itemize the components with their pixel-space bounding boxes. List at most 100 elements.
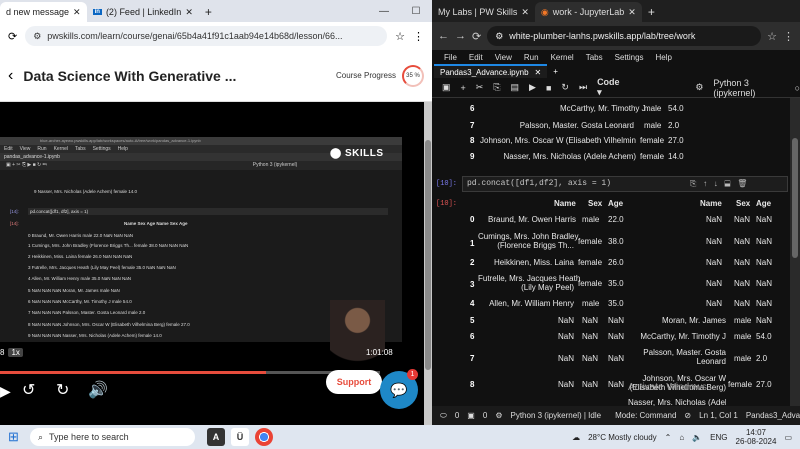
cursor-position[interactable]: Ln 1, Col 1: [699, 411, 738, 420]
col-header: Name: [554, 199, 576, 208]
save-icon[interactable]: ▣: [442, 82, 451, 93]
notebook-toolbar: ▣ + ✂ ⎘ ▤ ▶ ■ ↻ ⏭ Code ▾ ⚙ Python 3 (ipy…: [432, 77, 800, 98]
speaker-icon[interactable]: 🔈: [692, 433, 702, 442]
cell-name2: NaN: [706, 258, 723, 267]
cell-age1: 22.0: [608, 215, 624, 224]
close-icon[interactable]: ✕: [628, 7, 636, 18]
row-sex: male: [644, 121, 662, 130]
cell-name1: Futrelle, Mrs. Jacques Heath: [478, 274, 581, 283]
site-info-icon[interactable]: ⚙: [33, 31, 41, 42]
left-scrollbar-thumb[interactable]: [425, 140, 431, 370]
tab-linkedin[interactable]: in (2) Feed | LinkedIn ✕: [87, 2, 199, 22]
app-a-icon[interactable]: A: [207, 428, 225, 446]
menu-help[interactable]: Help: [656, 53, 672, 62]
new-tab-button[interactable]: +: [642, 2, 661, 22]
scrollbar-thumb[interactable]: [792, 138, 798, 258]
back-arrow-icon[interactable]: ‹: [8, 67, 13, 85]
rewind-10-icon[interactable]: ↺: [22, 380, 35, 400]
move-down-icon[interactable]: ↓: [714, 179, 718, 188]
close-icon[interactable]: ✕: [535, 68, 542, 77]
restart-icon[interactable]: ↻: [561, 82, 569, 93]
minimize-icon[interactable]: —: [368, 0, 400, 22]
mode-status: Mode: Command: [615, 411, 677, 420]
weather-text[interactable]: 28°C Mostly cloudy: [588, 433, 657, 442]
paste-icon[interactable]: ▤: [511, 82, 520, 93]
reload-icon[interactable]: ⟳: [472, 30, 481, 43]
add-tab-icon[interactable]: +: [553, 67, 558, 76]
right-url-field[interactable]: ⚙ white-plumber-lanhs.pwskills.app/lab/tr…: [487, 26, 762, 46]
duplicate-icon[interactable]: ⎘: [690, 179, 696, 188]
insert-icon[interactable]: ⬓: [724, 179, 730, 188]
cell-name1: Braund, Mr. Owen Harris: [488, 215, 577, 224]
app-u-icon[interactable]: Ü: [231, 428, 249, 446]
play-icon[interactable]: ▶: [0, 383, 11, 400]
support-button[interactable]: Support: [326, 370, 382, 394]
taskbar-search[interactable]: ⌕ Type here to search: [30, 428, 195, 446]
tab-my-labs[interactable]: My Labs | PW Skills ✕: [432, 2, 535, 22]
star-icon[interactable]: ☆: [767, 30, 777, 43]
cell-sex1: female: [578, 279, 603, 288]
network-icon[interactable]: ⌂: [679, 433, 684, 442]
video-seek-bar[interactable]: [0, 371, 380, 374]
close-icon[interactable]: ✕: [185, 7, 193, 18]
row-name: McCarthy, Mr. Timothy J: [560, 104, 646, 113]
tab-jupyterlab[interactable]: ◉ work - JupyterLab ✕: [534, 2, 642, 22]
cell-sex1: female: [578, 258, 603, 267]
run-icon[interactable]: ▶: [529, 82, 536, 93]
left-url-field[interactable]: ⚙ pwskills.com/learn/course/genai/65b4a4…: [25, 26, 388, 46]
move-up-icon[interactable]: ↑: [703, 179, 707, 188]
gear-icon[interactable]: ⚙: [695, 82, 703, 93]
copy-icon[interactable]: ⎘: [493, 82, 500, 93]
kernel-name[interactable]: Python 3 (ipykernel): [713, 78, 784, 98]
run-all-icon[interactable]: ⏭: [579, 82, 587, 93]
reload-icon[interactable]: ⟳: [8, 30, 17, 43]
star-icon[interactable]: ☆: [395, 30, 405, 43]
notebook-tab[interactable]: Pandas3_Advance.ipynb ✕: [434, 64, 548, 78]
cell-age2: NaN: [756, 237, 773, 246]
cell-sex2: NaN: [734, 279, 751, 288]
menu-view[interactable]: View: [495, 53, 512, 62]
speed-button[interactable]: 1x: [8, 348, 23, 357]
close-icon[interactable]: ✕: [521, 7, 529, 18]
windows-start-icon[interactable]: ⊞: [8, 429, 19, 445]
cell-name1: Allen, Mr. William Henry: [489, 299, 574, 308]
forward-icon[interactable]: →: [455, 30, 466, 42]
menu-run[interactable]: Run: [524, 53, 539, 62]
tab-new-message[interactable]: d new message ✕: [0, 2, 87, 22]
add-cell-icon[interactable]: +: [461, 83, 466, 93]
kernel-status[interactable]: Python 3 (ipykernel) | Idle: [510, 411, 601, 420]
row-age: 2.0: [668, 121, 680, 130]
menu-edit[interactable]: Edit: [469, 53, 483, 62]
menu-settings[interactable]: Settings: [615, 53, 644, 62]
menu-tabs[interactable]: Tabs: [586, 53, 603, 62]
menu-icon[interactable]: ⋮: [783, 30, 794, 43]
language-indicator[interactable]: ENG: [710, 433, 727, 442]
cut-icon[interactable]: ✂: [476, 82, 484, 93]
close-icon[interactable]: ✕: [73, 7, 81, 18]
stop-icon[interactable]: ■: [546, 83, 551, 93]
forward-10-icon[interactable]: ↻: [56, 380, 69, 400]
back-icon[interactable]: ←: [438, 30, 449, 42]
clock-date: 26-08-2024: [735, 437, 777, 446]
volume-icon[interactable]: 🔊: [88, 380, 108, 400]
row-sex: female: [640, 152, 665, 161]
cell-type-select[interactable]: Code ▾: [597, 77, 623, 98]
notebook-scrollbar[interactable]: [790, 98, 800, 406]
cell-actions: ⎘ ↑ ↓ ⬓ 🗑: [690, 179, 747, 189]
notification-icon[interactable]: ▭: [784, 433, 792, 442]
new-tab-button[interactable]: +: [199, 2, 218, 22]
delete-icon[interactable]: 🗑: [737, 179, 747, 188]
toggle-icon[interactable]: ⬭: [440, 411, 447, 421]
maximize-icon[interactable]: ☐: [400, 0, 432, 22]
menu-kernel[interactable]: Kernel: [551, 53, 574, 62]
row-index: 6: [470, 332, 475, 341]
chrome-icon[interactable]: [255, 428, 273, 446]
video-out-prompt: [14]:: [10, 221, 19, 226]
cell-name2: Palsson, Master. Gosta: [643, 348, 726, 357]
menu-file[interactable]: File: [444, 53, 457, 62]
chevron-up-icon[interactable]: ⌃: [665, 433, 672, 442]
kernel-status-icon: ○: [794, 82, 800, 93]
site-info-icon[interactable]: ⚙: [495, 31, 503, 42]
menu-icon[interactable]: ⋮: [413, 30, 424, 43]
clock[interactable]: 14:07 26-08-2024: [736, 428, 777, 446]
